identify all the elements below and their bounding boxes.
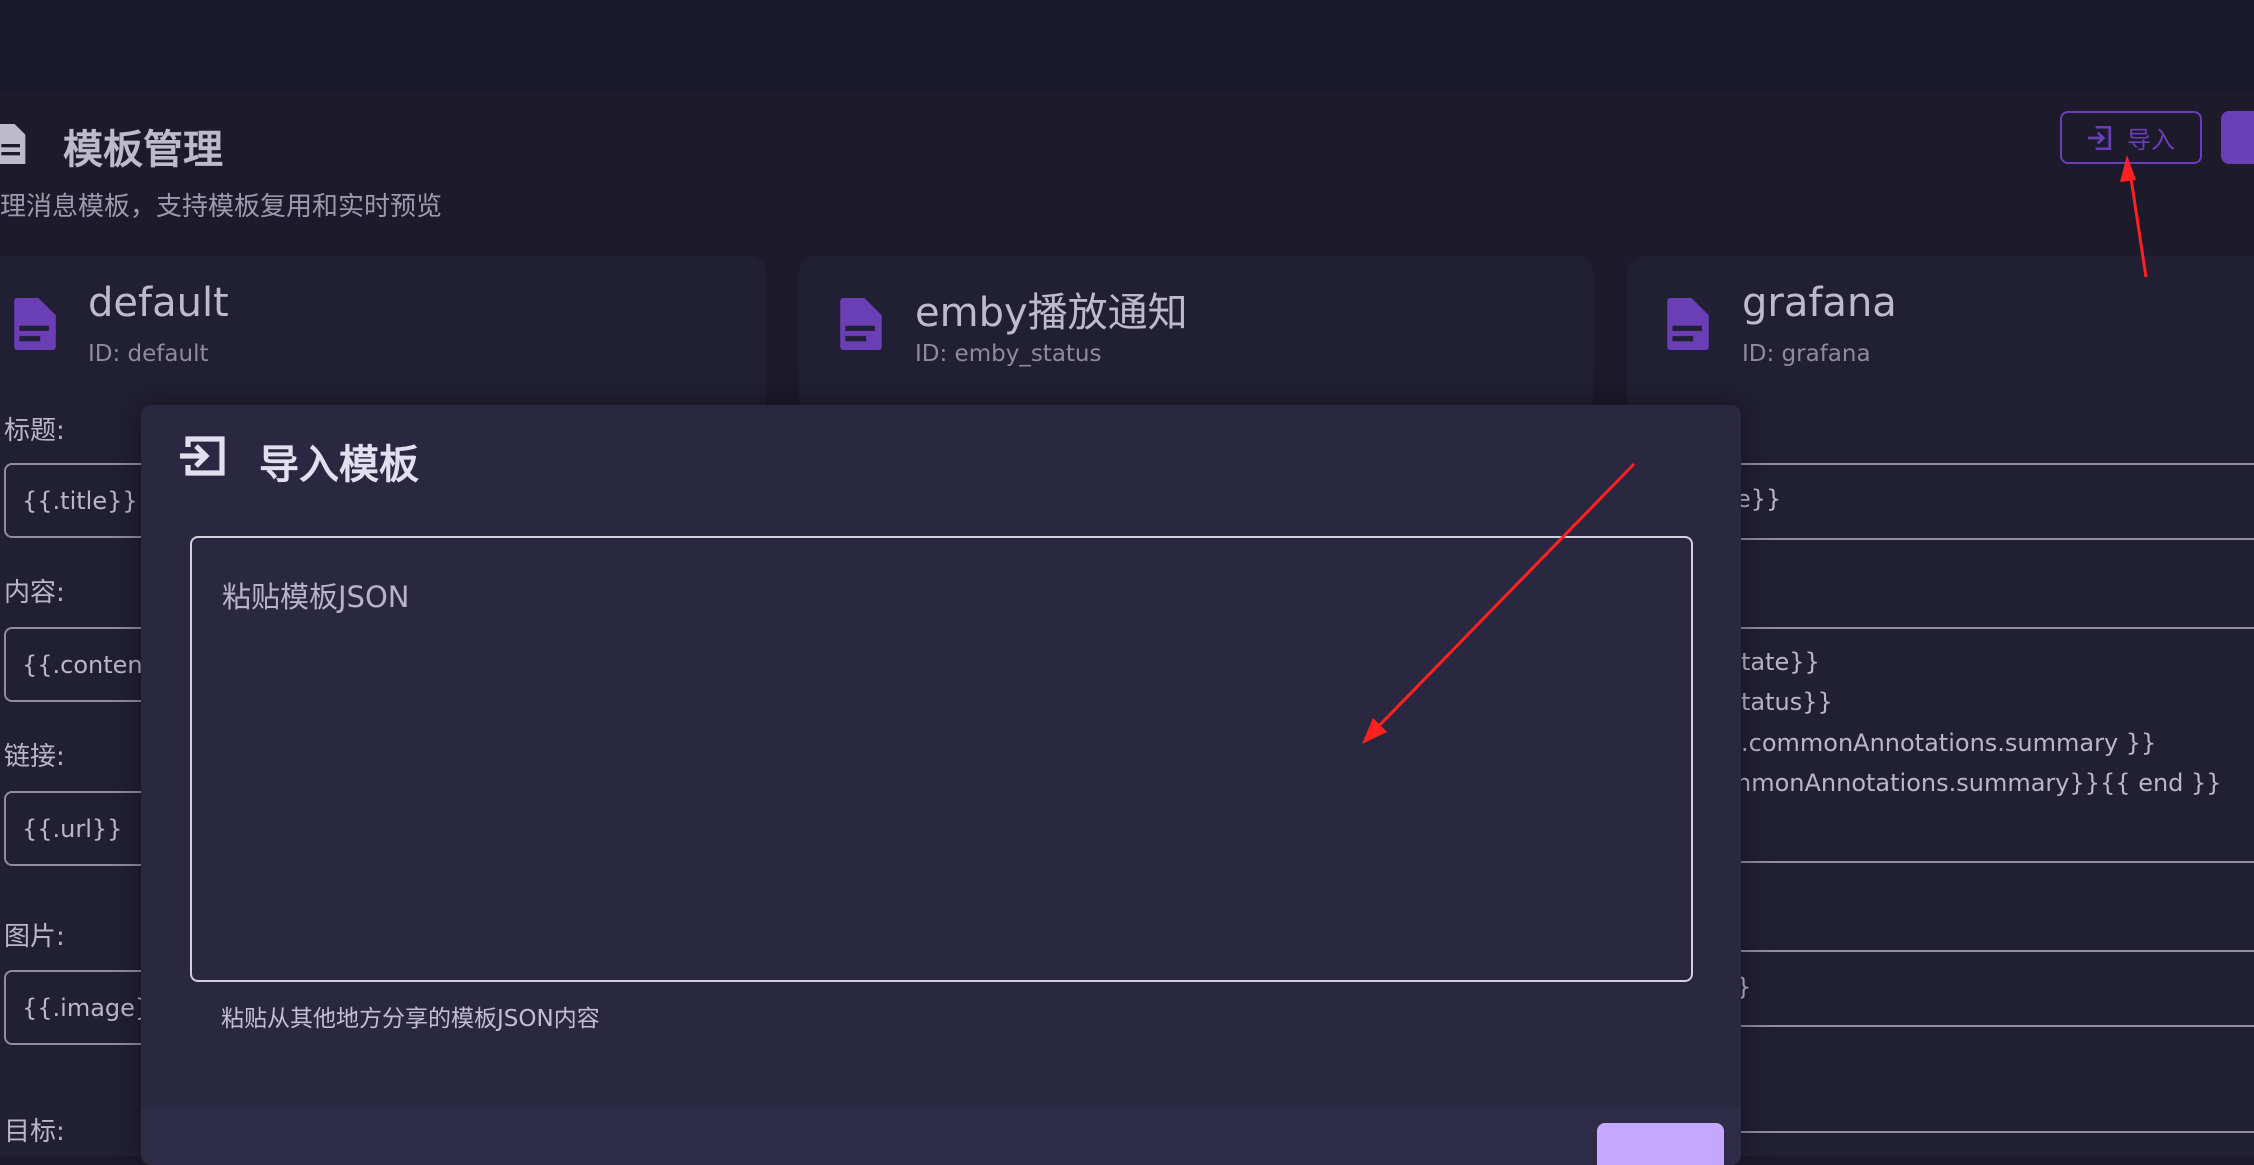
annotation-arrows	[1362, 155, 2148, 744]
annotation-arrow	[1370, 462, 1636, 735]
annotation-arrow	[2127, 164, 2148, 278]
arrow-head	[2120, 155, 2136, 182]
